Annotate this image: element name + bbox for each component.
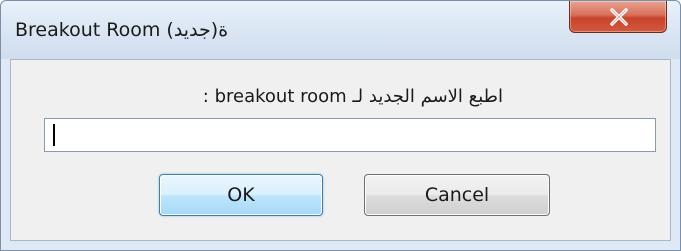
text-caret: [53, 124, 55, 146]
cancel-button[interactable]: Cancel: [364, 174, 550, 216]
dialog-window: Breakout Room (جديد)ة اطبع الاسم الجديد …: [0, 0, 681, 251]
close-icon: [610, 8, 628, 26]
ok-button[interactable]: OK: [159, 174, 323, 216]
dialog-body: اطبع الاسم الجديد لـ breakout room : OK …: [10, 59, 671, 241]
room-name-input[interactable]: [44, 118, 656, 152]
rename-prompt-label: اطبع الاسم الجديد لـ breakout room :: [202, 86, 503, 107]
title-bar[interactable]: Breakout Room (جديد)ة: [1, 1, 680, 59]
dialog-title: Breakout Room (جديد)ة: [15, 19, 229, 41]
close-button[interactable]: [569, 1, 667, 33]
